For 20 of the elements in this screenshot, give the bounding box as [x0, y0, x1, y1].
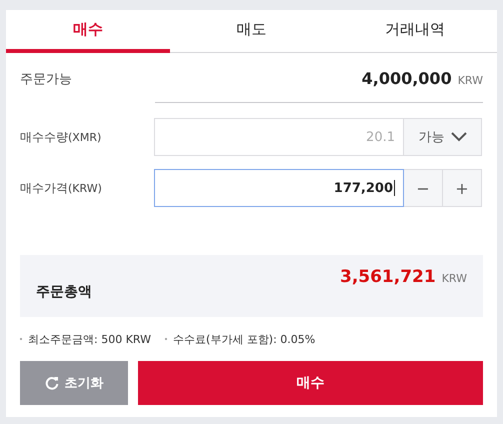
refresh-icon — [44, 376, 58, 390]
increment-button[interactable]: + — [443, 169, 482, 207]
currency-unit: KRW — [458, 74, 483, 87]
field-label: 매수가격(KRW) — [20, 180, 103, 196]
chevron-down-icon — [450, 132, 466, 142]
input-field[interactable]: 177,200 — [154, 169, 404, 207]
available-label: 주문가능 — [20, 71, 72, 88]
note-text: 수수료(부가세 포함): 0.05% — [172, 332, 316, 346]
decrement-button[interactable]: − — [404, 169, 443, 207]
field-label: 매수수량(XMR) — [20, 128, 102, 146]
note-text: 최소주문금액: 500 KRW — [28, 332, 151, 346]
dropdown-button[interactable]: 가능 — [404, 118, 482, 156]
available-amount: 4,000,000 — [362, 69, 452, 88]
total-amount: 3,561,721 — [340, 267, 436, 287]
currency-unit: KRW — [442, 272, 467, 285]
tab[interactable]: 거래내역 — [333, 10, 498, 53]
tab[interactable]: 매수 — [6, 10, 170, 53]
buy-button[interactable]: 매수 — [138, 361, 483, 405]
total-label: 주문총액 — [36, 283, 92, 301]
tab[interactable]: 매도 — [170, 10, 334, 53]
